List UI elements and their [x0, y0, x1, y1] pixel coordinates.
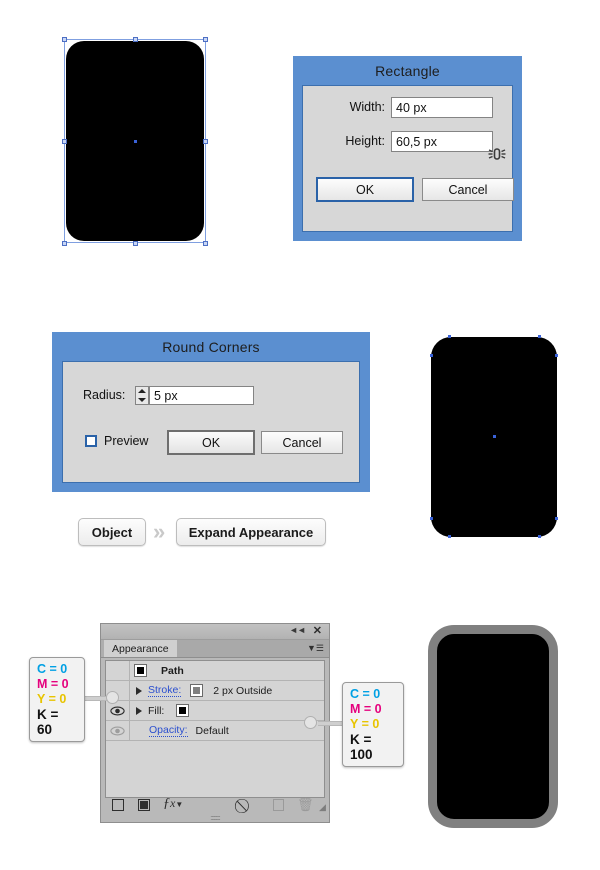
rounded-rectangle-stroked-shape — [428, 625, 558, 828]
visibility-cell — [106, 661, 130, 680]
path-anchor-point[interactable] — [555, 517, 558, 520]
appearance-panel: ◄◄ ✕ Appearance ▼☰ Path Stroke: 2 px Out… — [100, 623, 330, 823]
collapse-panel-icon[interactable]: ◄◄ — [289, 625, 306, 635]
tab-appearance[interactable]: Appearance — [104, 640, 177, 657]
selection-handle[interactable] — [203, 241, 208, 246]
cmyk-black: K = 60 — [37, 707, 59, 737]
path-anchor-point[interactable] — [430, 354, 433, 357]
radius-input[interactable] — [149, 386, 254, 405]
center-point — [493, 435, 496, 438]
center-point — [134, 140, 137, 143]
cmyk-yellow: Y = 0 — [350, 717, 380, 731]
selection-handle[interactable] — [203, 37, 208, 42]
rectangle-ok-button[interactable]: OK — [316, 177, 414, 202]
callout-fill-color: C = 0 M = 0 Y = 0 K = 100 — [342, 682, 404, 767]
panel-drag-grip[interactable]: :::::::::: — [101, 815, 329, 822]
eye-icon — [110, 706, 125, 715]
constrain-proportions-icon[interactable] — [485, 142, 509, 166]
preview-checkbox[interactable] — [85, 435, 97, 447]
path-anchor-point[interactable] — [555, 354, 558, 357]
appearance-row-opacity[interactable]: Opacity: Default — [106, 721, 324, 741]
cmyk-black: K = 100 — [350, 732, 373, 762]
stroke-swatch[interactable] — [190, 684, 204, 697]
artwork-rect-top-left[interactable] — [62, 37, 208, 246]
menu-expand-appearance-button[interactable]: Expand Appearance — [176, 518, 326, 546]
artwork-rect-mid-right[interactable] — [430, 335, 558, 538]
preview-checkbox-group[interactable]: Preview — [85, 434, 148, 448]
cmyk-yellow: Y = 0 — [37, 692, 67, 706]
path-anchor-point[interactable] — [430, 517, 433, 520]
fill-swatch[interactable] — [176, 704, 190, 717]
radius-label: Radius: — [83, 388, 126, 402]
panel-tab-row: Appearance ▼☰ — [101, 640, 329, 658]
round-corners-dialog-title: Round Corners — [162, 339, 260, 355]
expand-triangle-icon[interactable] — [136, 686, 142, 695]
cmyk-magenta: M = 0 — [37, 677, 69, 691]
artwork-rect-bot-right[interactable] — [428, 625, 558, 828]
round-corners-dialog: Round Corners Radius: Preview OK Cancel — [52, 332, 370, 492]
selection-handle[interactable] — [133, 241, 138, 246]
panel-menu-icon[interactable]: ▼☰ — [307, 643, 324, 653]
radius-stepper[interactable] — [135, 386, 149, 405]
resize-grip-icon[interactable]: ◢ — [319, 802, 326, 813]
round-corners-ok-button[interactable]: OK — [167, 430, 255, 455]
cmyk-magenta: M = 0 — [350, 702, 382, 716]
delete-item-icon[interactable]: 🗑 — [297, 797, 314, 812]
visibility-toggle-fill[interactable] — [106, 701, 130, 720]
preview-label: Preview — [104, 434, 149, 448]
width-input[interactable] — [391, 97, 493, 118]
rectangle-dialog: Rectangle Width: Height: OK Cancel — [293, 56, 522, 241]
appearance-row-value: 2 px Outside — [213, 684, 273, 697]
selection-handle[interactable] — [62, 139, 67, 144]
appearance-list: Path Stroke: 2 px Outside Fill: Opacity:… — [105, 660, 325, 798]
path-swatch[interactable] — [134, 664, 147, 677]
selection-handle[interactable] — [62, 37, 67, 42]
chevron-right-icon: » — [153, 519, 166, 544]
callout-leader-dot-fill — [304, 716, 317, 729]
new-fill-icon[interactable] — [112, 799, 124, 811]
selection-handle[interactable] — [203, 139, 208, 144]
cmyk-cyan: C = 0 — [37, 662, 68, 676]
path-anchor-point[interactable] — [448, 535, 451, 538]
rectangle-dialog-title: Rectangle — [375, 63, 440, 79]
height-label: Height: — [345, 134, 385, 148]
path-anchor-point[interactable] — [538, 335, 541, 338]
appearance-row-label: Path — [161, 664, 184, 677]
path-anchor-point[interactable] — [538, 535, 541, 538]
visibility-toggle-opacity[interactable] — [106, 721, 130, 740]
width-label: Width: — [349, 100, 385, 114]
menu-object-button[interactable]: Object — [78, 518, 146, 546]
round-corners-cancel-button[interactable]: Cancel — [261, 431, 343, 454]
panel-title-bar: ◄◄ ✕ — [101, 624, 329, 640]
appearance-row-label[interactable]: Opacity: — [149, 724, 188, 737]
eye-icon-dim — [110, 726, 125, 735]
callout-leader-dot-stroke — [106, 691, 119, 704]
appearance-row-stroke[interactable]: Stroke: 2 px Outside — [106, 681, 324, 701]
cmyk-cyan: C = 0 — [350, 687, 381, 701]
appearance-row-label[interactable]: Fill: — [148, 705, 164, 717]
expand-triangle-icon[interactable] — [136, 706, 142, 715]
new-stroke-icon[interactable] — [138, 799, 150, 811]
duplicate-item-icon[interactable] — [273, 799, 284, 811]
appearance-row-path[interactable]: Path — [106, 661, 324, 681]
appearance-row-fill[interactable]: Fill: — [106, 701, 324, 721]
panel-footer-toolbar: ƒx▼ ⃠ 🗑 ◢ — [105, 796, 326, 815]
close-icon[interactable]: ✕ — [313, 624, 322, 637]
path-anchor-point[interactable] — [448, 335, 451, 338]
tab-appearance-label: Appearance — [112, 642, 169, 655]
callout-stroke-color: C = 0 M = 0 Y = 0 K = 60 — [29, 657, 85, 742]
appearance-row-label[interactable]: Stroke: — [148, 684, 182, 697]
height-input[interactable] — [391, 131, 493, 152]
rectangle-cancel-button[interactable]: Cancel — [422, 178, 514, 201]
selection-handle[interactable] — [62, 241, 67, 246]
selection-handle[interactable] — [133, 37, 138, 42]
add-effect-fx-icon[interactable]: ƒx▼ — [163, 796, 183, 812]
panel-tab-empty-area — [171, 640, 329, 657]
appearance-row-value: Default — [195, 724, 229, 737]
